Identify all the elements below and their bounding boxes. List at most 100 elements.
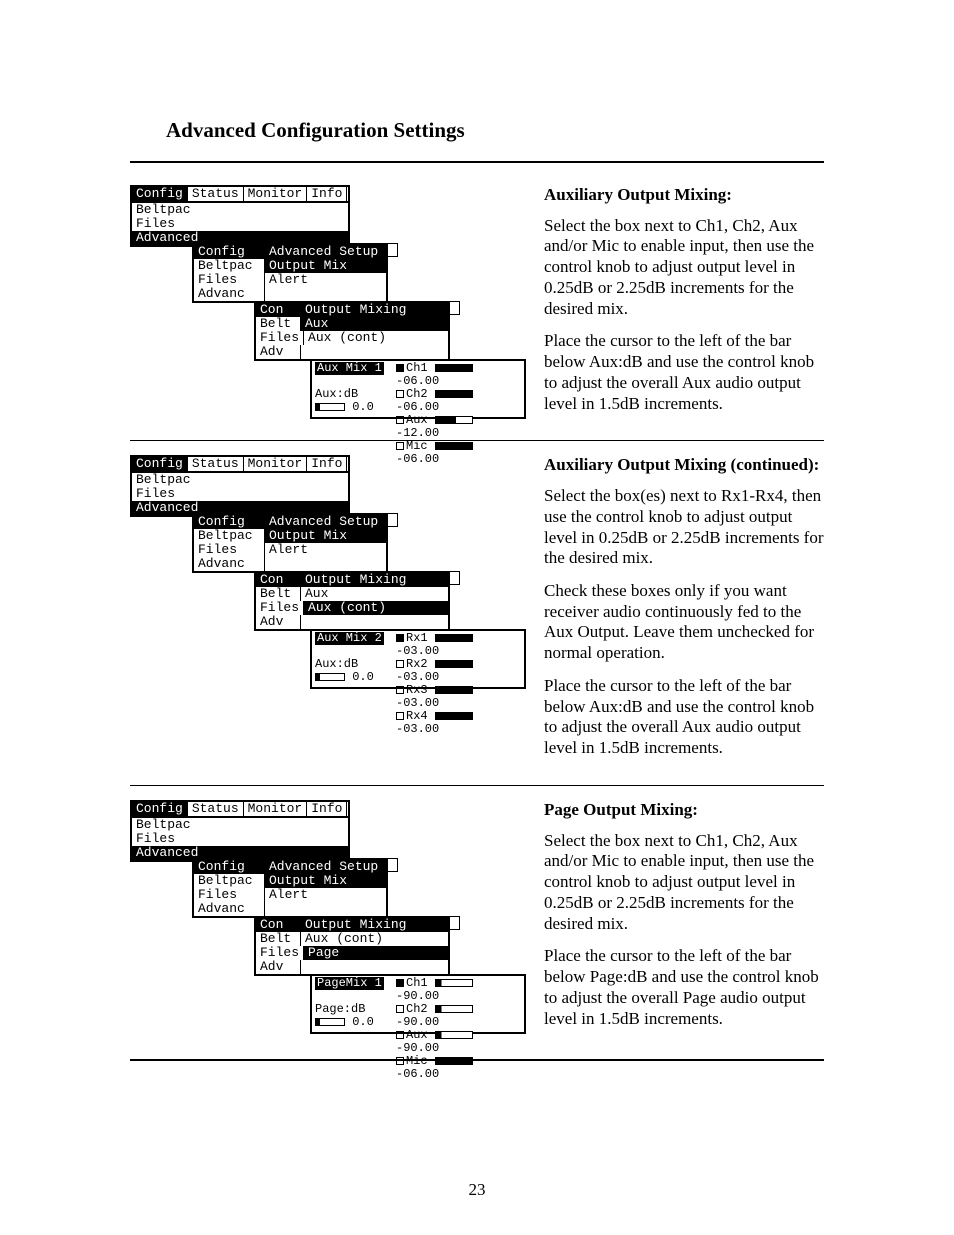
- channel-checkbox[interactable]: [396, 442, 404, 450]
- level-bar[interactable]: [435, 1057, 473, 1065]
- menu-item[interactable]: Output Mixing: [301, 573, 448, 587]
- channel-checkbox[interactable]: [396, 1057, 404, 1065]
- menu-item[interactable]: Output Mixing: [301, 303, 448, 317]
- level-bar[interactable]: [435, 390, 473, 398]
- menu-item[interactable]: Aux (cont): [304, 601, 448, 615]
- menu-tab[interactable]: Monitor: [244, 802, 308, 816]
- mix-channel-row[interactable]: Aux -90.00: [396, 1029, 521, 1055]
- channel-label: Aux: [406, 1028, 435, 1042]
- menu-item[interactable]: Advanced Setup: [265, 515, 386, 529]
- menu-item[interactable]: Aux (cont): [304, 331, 448, 345]
- level-bar[interactable]: [435, 442, 473, 450]
- menu-item[interactable]: Files: [132, 217, 348, 231]
- menu-level-2: ConfigAdvanced SetupBeltpacOutput MixFil…: [192, 858, 388, 918]
- mix-channel-row[interactable]: Ch2 -90.00: [396, 1003, 521, 1029]
- channel-checkbox[interactable]: [396, 390, 404, 398]
- channel-checkbox[interactable]: [396, 712, 404, 720]
- menu-item[interactable]: Files: [132, 832, 348, 846]
- channel-checkbox[interactable]: [396, 660, 404, 668]
- level-bar[interactable]: [435, 712, 473, 720]
- level-bar[interactable]: [435, 416, 473, 424]
- menu-item[interactable]: Advanc: [194, 557, 265, 571]
- menu-item[interactable]: Output Mix: [265, 259, 386, 273]
- menu-tab[interactable]: Info: [307, 802, 347, 816]
- mix-channel-row[interactable]: Ch1 -90.00: [396, 977, 521, 1003]
- menu-item[interactable]: Beltpac: [132, 473, 348, 487]
- menu-item[interactable]: Alert: [265, 543, 386, 557]
- menu-tab[interactable]: Monitor: [244, 457, 308, 471]
- mix-channel-row[interactable]: Rx1 -03.00: [396, 632, 521, 658]
- mix-channel-row[interactable]: Mic -06.00: [396, 1055, 521, 1081]
- menu-item[interactable]: Con: [256, 303, 301, 317]
- menu-item[interactable]: Output Mix: [265, 874, 386, 888]
- menu-item[interactable]: Beltpac: [132, 818, 348, 832]
- menu-item[interactable]: Beltpac: [132, 203, 348, 217]
- menu-item[interactable]: Aux: [301, 587, 448, 601]
- menu-item[interactable]: Advanced Setup: [265, 245, 386, 259]
- mix-channel-row[interactable]: Ch2 -06.00: [396, 388, 521, 414]
- mix-channel-row[interactable]: Rx3 -03.00: [396, 684, 521, 710]
- menu-item[interactable]: Files: [256, 601, 304, 615]
- channel-checkbox[interactable]: [396, 979, 404, 987]
- channel-checkbox[interactable]: [396, 1031, 404, 1039]
- menu-item[interactable]: Con: [256, 918, 301, 932]
- menu-item[interactable]: Output Mix: [265, 529, 386, 543]
- menu-item[interactable]: Belt: [256, 317, 301, 331]
- menu-item[interactable]: Adv: [256, 345, 301, 359]
- menu-tab[interactable]: Config: [132, 187, 188, 201]
- channel-value: -03.00: [396, 670, 439, 684]
- mix-channel-row[interactable]: Aux -12.00: [396, 414, 521, 440]
- menu-item[interactable]: Belt: [256, 587, 301, 601]
- menu-item[interactable]: Config: [194, 515, 265, 529]
- section-row: ConfigStatusMonitorInfoBeltpacFilesAdvan…: [130, 800, 824, 1041]
- menu-item[interactable]: Output Mixing: [301, 918, 448, 932]
- menu-item[interactable]: Files: [194, 888, 265, 902]
- channel-checkbox[interactable]: [396, 416, 404, 424]
- mix-channel-row[interactable]: Ch1 -06.00: [396, 362, 521, 388]
- menu-tab[interactable]: Status: [188, 457, 244, 471]
- menu-item[interactable]: Beltpac: [194, 259, 265, 273]
- menu-tab[interactable]: Info: [307, 457, 347, 471]
- menu-item[interactable]: Adv: [256, 615, 301, 629]
- menu-item[interactable]: Config: [194, 245, 265, 259]
- channel-checkbox[interactable]: [396, 364, 404, 372]
- menu-item[interactable]: Files: [194, 273, 265, 287]
- menu-item[interactable]: Beltpac: [194, 874, 265, 888]
- menu-item[interactable]: Advanc: [194, 902, 265, 916]
- menu-item[interactable]: Adv: [256, 960, 301, 974]
- channel-checkbox[interactable]: [396, 1005, 404, 1013]
- menu-item[interactable]: Files: [256, 946, 304, 960]
- level-bar[interactable]: [435, 1005, 473, 1013]
- menu-item[interactable]: Aux: [301, 317, 448, 331]
- level-bar[interactable]: [435, 1031, 473, 1039]
- menu-item[interactable]: Advanc: [194, 287, 265, 301]
- channel-checkbox[interactable]: [396, 686, 404, 694]
- channel-value: -03.00: [396, 696, 439, 710]
- menu-item[interactable]: Config: [194, 860, 265, 874]
- menu-tab[interactable]: Monitor: [244, 187, 308, 201]
- menu-item[interactable]: Page: [304, 946, 448, 960]
- mix-channel-row[interactable]: Rx2 -03.00: [396, 658, 521, 684]
- level-bar[interactable]: [435, 364, 473, 372]
- menu-item[interactable]: Files: [194, 543, 265, 557]
- level-bar[interactable]: [435, 634, 473, 642]
- menu-item[interactable]: Files: [132, 487, 348, 501]
- level-bar[interactable]: [435, 686, 473, 694]
- menu-tab[interactable]: Status: [188, 187, 244, 201]
- menu-item[interactable]: Con: [256, 573, 301, 587]
- menu-item[interactable]: Alert: [265, 888, 386, 902]
- channel-checkbox[interactable]: [396, 634, 404, 642]
- menu-tab[interactable]: Info: [307, 187, 347, 201]
- menu-tab[interactable]: Status: [188, 802, 244, 816]
- menu-item[interactable]: Alert: [265, 273, 386, 287]
- menu-tab[interactable]: Config: [132, 457, 188, 471]
- level-bar[interactable]: [435, 660, 473, 668]
- menu-tab[interactable]: Config: [132, 802, 188, 816]
- mix-channel-row[interactable]: Rx4 -03.00: [396, 710, 521, 736]
- menu-item[interactable]: Advanced Setup: [265, 860, 386, 874]
- menu-item[interactable]: Files: [256, 331, 304, 345]
- menu-item[interactable]: Aux (cont): [301, 932, 448, 946]
- menu-item[interactable]: Beltpac: [194, 529, 265, 543]
- menu-item[interactable]: Belt: [256, 932, 301, 946]
- level-bar[interactable]: [435, 979, 473, 987]
